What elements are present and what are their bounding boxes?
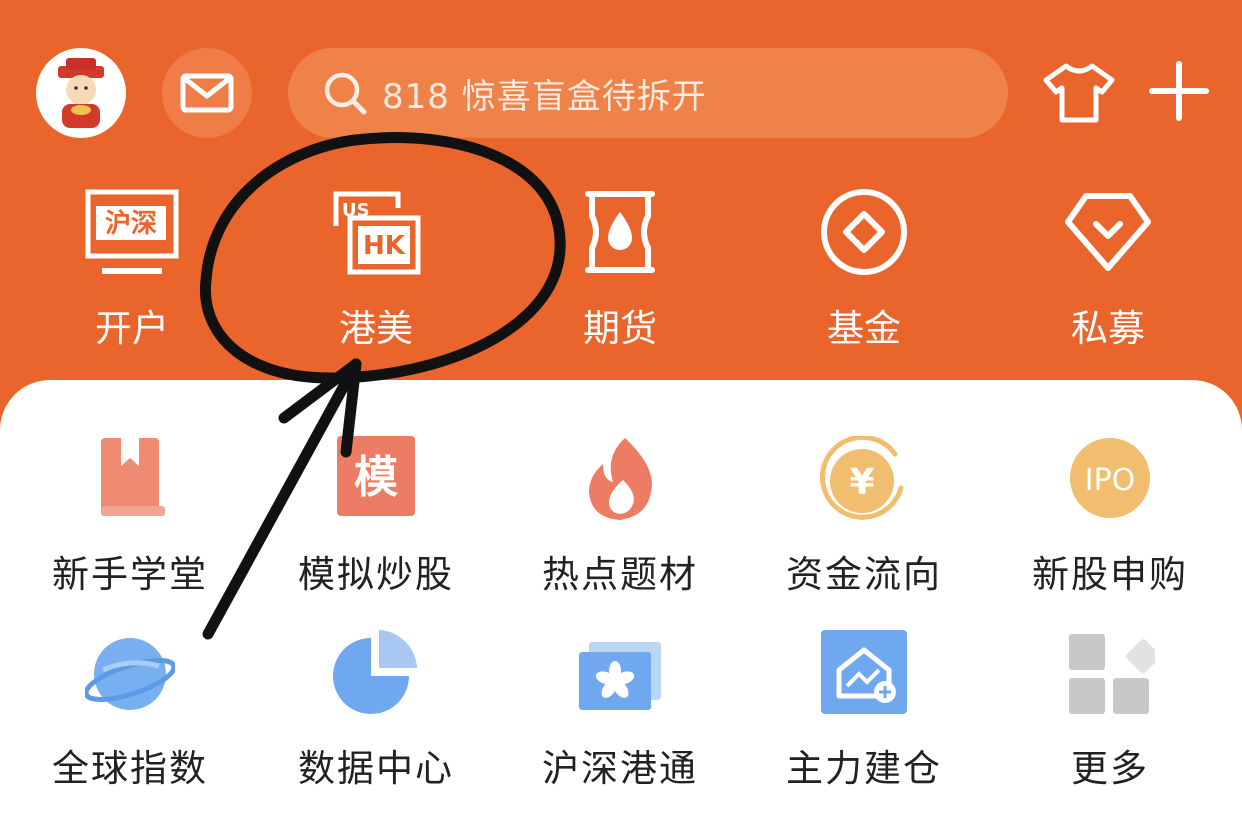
user-avatar[interactable] [36, 48, 126, 138]
grid-label: 全球指数 [52, 747, 208, 790]
hk-us-badge: HK [363, 231, 406, 261]
svg-text:¥: ¥ [849, 462, 874, 503]
nav-label: 港美 [339, 307, 413, 350]
open-account-icon: 沪深 [85, 189, 179, 274]
futures-icon [585, 191, 655, 273]
planet-icon [85, 638, 175, 710]
grid-item-main-position[interactable]: 主力建仓 [754, 630, 974, 810]
grid-label: 新手学堂 [52, 553, 208, 596]
grid-item-hot-topics[interactable]: 热点题材 [510, 436, 730, 616]
nav-private-fund[interactable]: 私募 [1008, 186, 1208, 356]
grid-item-fund-flow[interactable]: ¥ 资金流向 [754, 436, 974, 616]
simulate-icon: 模 [337, 436, 415, 516]
grid-label: 更多 [1071, 747, 1149, 790]
grid-label: 热点题材 [542, 553, 698, 596]
fire-icon [589, 438, 652, 520]
fortune-god-avatar-icon [58, 58, 104, 128]
grid-item-more[interactable]: 更多 [1000, 630, 1220, 810]
nav-open-account[interactable]: 沪深 开户 [32, 186, 232, 356]
svg-text:IPO: IPO [1085, 463, 1136, 498]
nav-label: 期货 [583, 307, 657, 350]
grid-item-newbie-school[interactable]: 新手学堂 [20, 436, 240, 616]
ipo-icon: IPO [1070, 438, 1150, 518]
grid-item-ipo[interactable]: IPO 新股申购 [1000, 436, 1220, 616]
svg-text:模: 模 [354, 452, 398, 503]
nav-fund[interactable]: 基金 [764, 186, 964, 356]
grid-item-global-index[interactable]: 全球指数 [20, 630, 240, 810]
shirt-icon[interactable] [1042, 62, 1116, 124]
search-placeholder: 818 惊喜盲盒待拆开 [382, 76, 707, 117]
private-fund-icon [1065, 193, 1151, 271]
nav-label: 基金 [827, 307, 901, 350]
yen-coin-icon: ¥ [819, 436, 904, 520]
grid-label: 模拟炒股 [298, 553, 454, 596]
more-grid-icon [1069, 634, 1155, 714]
nav-label: 私募 [1071, 307, 1145, 350]
nav-label: 开户 [95, 307, 169, 350]
mail-button[interactable] [162, 48, 252, 138]
book-icon [101, 438, 165, 516]
pie-chart-icon [333, 630, 417, 714]
top-nav: 沪深 开户 US HK 港美 期货 基金 私募 [0, 186, 1242, 356]
nav-hk-us[interactable]: US HK 港美 [276, 186, 476, 356]
fund-icon [821, 189, 907, 275]
grid-item-connect[interactable]: 沪深港通 [510, 630, 730, 810]
grid-label: 主力建仓 [786, 747, 942, 790]
grid-item-data-center[interactable]: 数据中心 [266, 630, 486, 810]
nav-futures[interactable]: 期货 [520, 186, 720, 356]
grid-label: 资金流向 [786, 553, 942, 596]
search-icon [324, 72, 367, 115]
grid-label: 沪深港通 [542, 747, 698, 790]
hk-us-icon: US HK [333, 191, 421, 275]
search-bar[interactable]: 818 惊喜盲盒待拆开 [288, 48, 1008, 138]
plus-icon[interactable] [1148, 60, 1210, 122]
bauhinia-flag-icon [579, 642, 661, 710]
grid-label: 新股申购 [1032, 553, 1188, 596]
grid-label: 数据中心 [298, 747, 454, 790]
grid-item-simulate[interactable]: 模 模拟炒股 [266, 436, 486, 616]
mail-icon [180, 73, 234, 113]
open-account-badge: 沪深 [105, 209, 157, 239]
house-chart-icon [821, 630, 907, 714]
